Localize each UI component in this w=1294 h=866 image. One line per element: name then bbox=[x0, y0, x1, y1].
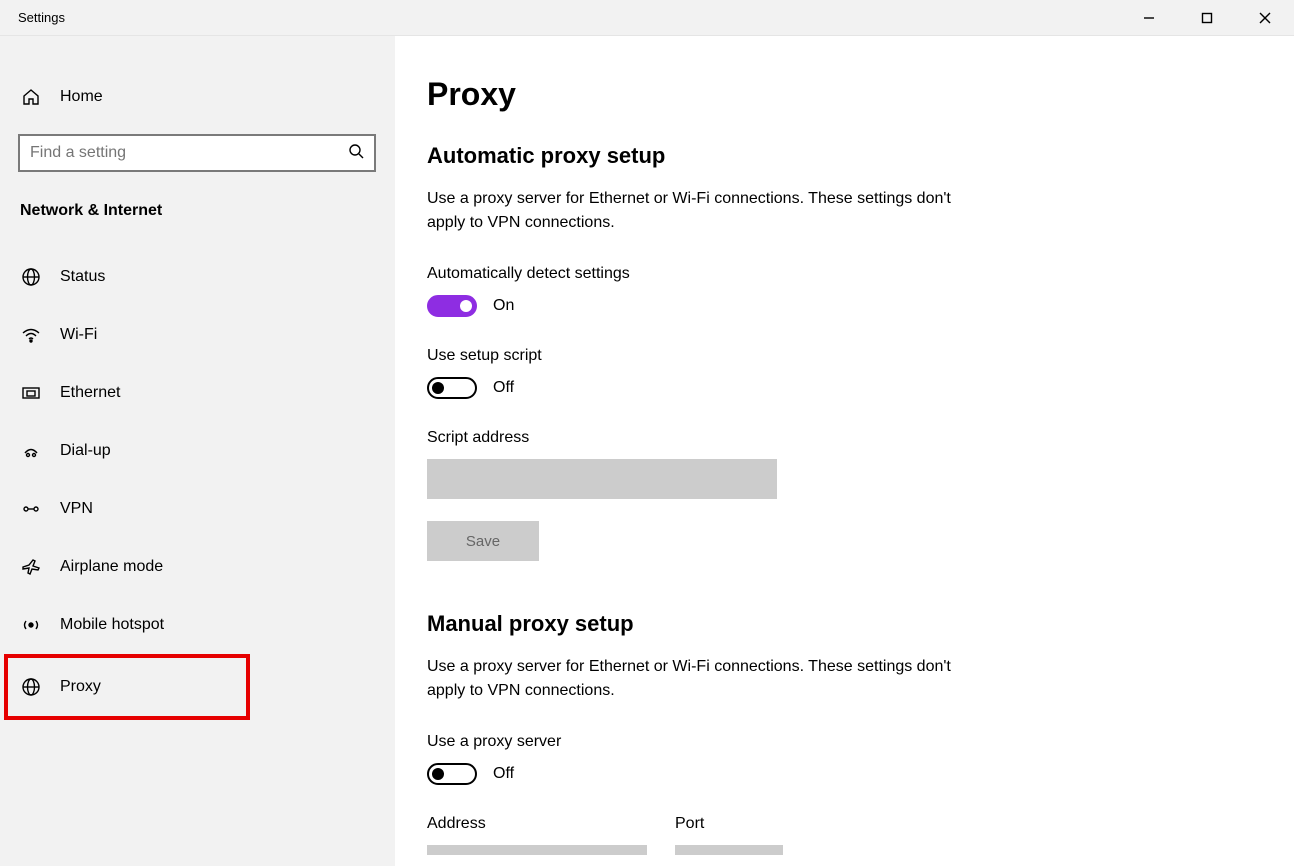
use-proxy-state: Off bbox=[493, 765, 514, 783]
highlight-annotation: Proxy bbox=[4, 654, 250, 720]
app-title: Settings bbox=[18, 10, 65, 25]
window-controls bbox=[1120, 0, 1294, 36]
sidebar-item-wifi[interactable]: Wi-Fi bbox=[0, 306, 395, 364]
sidebar-item-label: Status bbox=[60, 268, 105, 286]
sidebar-item-vpn[interactable]: VPN bbox=[0, 480, 395, 538]
manual-port-input[interactable] bbox=[675, 845, 783, 855]
use-proxy-label: Use a proxy server bbox=[427, 733, 1294, 751]
globe-icon bbox=[20, 266, 42, 288]
globe-icon bbox=[20, 676, 42, 698]
close-button[interactable] bbox=[1236, 0, 1294, 36]
wifi-icon bbox=[20, 324, 42, 346]
sidebar-item-home[interactable]: Home bbox=[18, 72, 377, 122]
section-auto-heading: Automatic proxy setup bbox=[427, 143, 1294, 169]
ethernet-icon bbox=[20, 382, 42, 404]
section-manual-heading: Manual proxy setup bbox=[427, 611, 1294, 637]
manual-address-label: Address bbox=[427, 815, 647, 833]
script-address-label: Script address bbox=[427, 429, 1294, 447]
save-button[interactable]: Save bbox=[427, 521, 539, 561]
sidebar-item-label: Airplane mode bbox=[60, 558, 163, 576]
sidebar-item-label: Dial-up bbox=[60, 442, 111, 460]
detect-settings-toggle[interactable] bbox=[427, 295, 477, 317]
dialup-icon bbox=[20, 440, 42, 462]
sidebar-item-label: Proxy bbox=[60, 678, 101, 696]
page-title: Proxy bbox=[427, 76, 1294, 113]
sidebar-item-ethernet[interactable]: Ethernet bbox=[0, 364, 395, 422]
search-field[interactable] bbox=[30, 144, 348, 162]
detect-settings-state: On bbox=[493, 297, 514, 315]
minimize-button[interactable] bbox=[1120, 0, 1178, 36]
search-input[interactable] bbox=[18, 134, 376, 172]
setup-script-state: Off bbox=[493, 379, 514, 397]
sidebar-item-proxy[interactable]: Proxy bbox=[18, 658, 246, 716]
home-icon bbox=[20, 86, 42, 108]
script-address-input[interactable] bbox=[427, 459, 777, 499]
sidebar-item-label: Ethernet bbox=[60, 384, 120, 402]
sidebar-item-status[interactable]: Status bbox=[0, 248, 395, 306]
sidebar-item-label: VPN bbox=[60, 500, 93, 518]
search-icon bbox=[348, 143, 364, 164]
sidebar-item-hotspot[interactable]: Mobile hotspot bbox=[0, 596, 395, 654]
setup-script-label: Use setup script bbox=[427, 347, 1294, 365]
manual-port-label: Port bbox=[675, 815, 783, 833]
airplane-icon bbox=[20, 556, 42, 578]
manual-address-input[interactable] bbox=[427, 845, 647, 855]
detect-settings-label: Automatically detect settings bbox=[427, 265, 1294, 283]
content-area: Proxy Automatic proxy setup Use a proxy … bbox=[395, 36, 1294, 866]
sidebar: Home Network & Internet Status Wi-Fi Eth… bbox=[0, 36, 395, 866]
sidebar-category: Network & Internet bbox=[18, 202, 377, 220]
titlebar: Settings bbox=[0, 0, 1294, 36]
home-label: Home bbox=[60, 88, 103, 106]
sidebar-item-label: Wi-Fi bbox=[60, 326, 97, 344]
maximize-button[interactable] bbox=[1178, 0, 1236, 36]
vpn-icon bbox=[20, 498, 42, 520]
setup-script-toggle[interactable] bbox=[427, 377, 477, 399]
sidebar-item-label: Mobile hotspot bbox=[60, 616, 164, 634]
section-manual-desc: Use a proxy server for Ethernet or Wi-Fi… bbox=[427, 655, 967, 703]
sidebar-item-dialup[interactable]: Dial-up bbox=[0, 422, 395, 480]
use-proxy-toggle[interactable] bbox=[427, 763, 477, 785]
hotspot-icon bbox=[20, 614, 42, 636]
section-auto-desc: Use a proxy server for Ethernet or Wi-Fi… bbox=[427, 187, 967, 235]
sidebar-item-airplane[interactable]: Airplane mode bbox=[0, 538, 395, 596]
